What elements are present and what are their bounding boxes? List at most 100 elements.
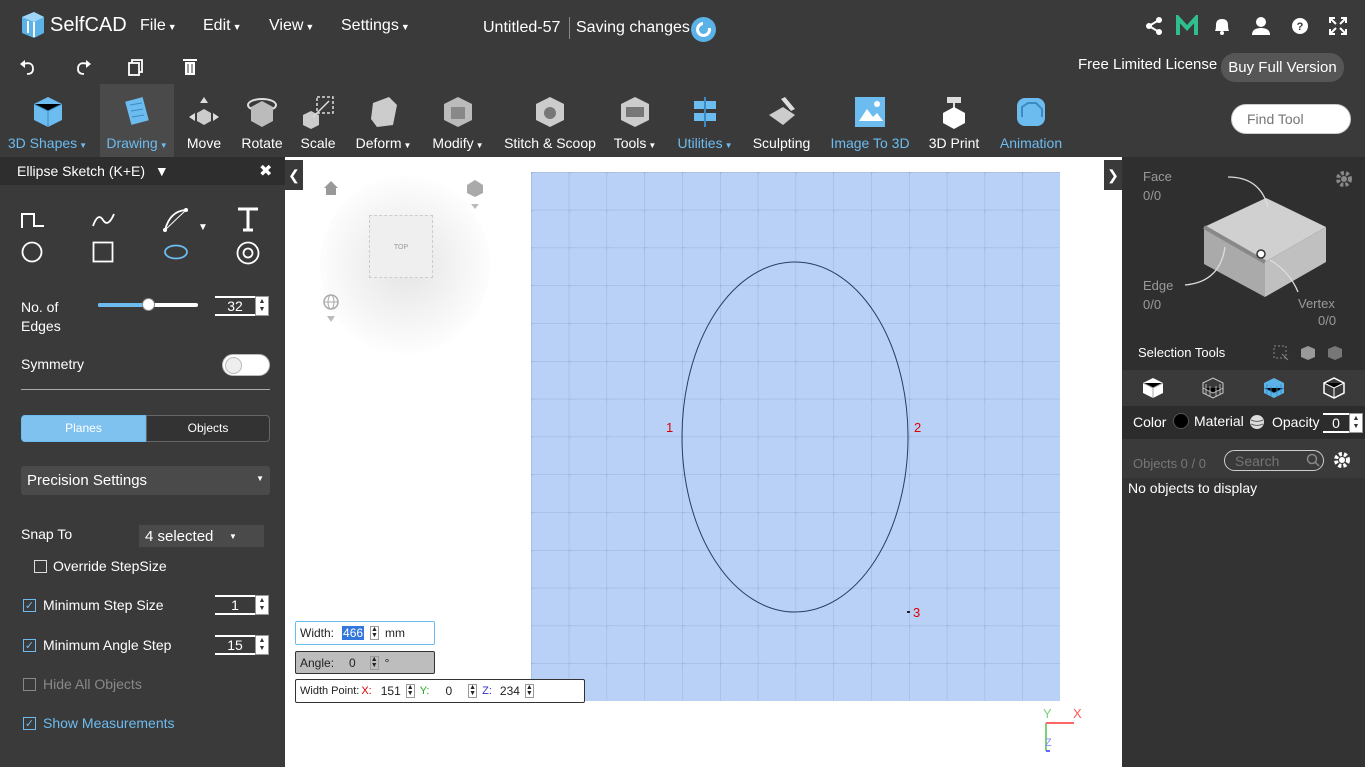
delete-icon[interactable] <box>180 57 200 77</box>
view-cube-icon[interactable] <box>465 178 485 210</box>
menu-file[interactable]: File ▼ <box>140 17 177 35</box>
wireframe-cube-icon[interactable] <box>1201 376 1225 400</box>
transparent-cube-icon[interactable] <box>1322 376 1346 400</box>
mesh-cube-icon[interactable] <box>1262 376 1286 400</box>
find-tool-input[interactable] <box>1231 104 1351 134</box>
box-select-icon[interactable] <box>1273 345 1289 361</box>
select-group-icon[interactable] <box>1326 345 1344 361</box>
tool-label: Animation <box>999 135 1063 151</box>
tool-stitch-scoop[interactable]: Stitch & Scoop <box>500 84 600 157</box>
collapse-right-icon[interactable]: ❯ <box>1104 160 1122 190</box>
tool-scale[interactable]: Scale <box>295 84 341 157</box>
edge-label[interactable]: Edge <box>1143 278 1173 293</box>
min-angle-stepper[interactable]: 15 ▲ ▼ <box>215 635 269 655</box>
tab-planes[interactable]: Planes <box>21 415 146 442</box>
globe-icon[interactable] <box>322 293 340 325</box>
select-object-icon[interactable] <box>1299 345 1317 361</box>
show-measurements-checkbox[interactable]: ✓ <box>23 717 36 730</box>
ellipse-icon[interactable] <box>163 244 189 260</box>
hide-all-checkbox[interactable] <box>23 678 36 691</box>
menu-settings[interactable]: Settings ▼ <box>341 17 410 35</box>
tool-image-to-3d[interactable]: Image To 3D <box>827 84 913 157</box>
object-list <box>1122 478 1365 767</box>
tool-rotate[interactable]: Rotate <box>236 84 288 157</box>
fullscreen-icon[interactable] <box>1327 15 1349 37</box>
override-stepsize-checkbox[interactable] <box>34 560 47 573</box>
panel-title[interactable]: Ellipse Sketch (K+E) ▼ <box>17 163 169 179</box>
precision-settings-dropdown[interactable]: Precision Settings ▼ <box>21 466 270 495</box>
target-circle-icon[interactable] <box>236 241 260 265</box>
document-name[interactable]: Untitled-57 <box>483 19 560 37</box>
vertex-count: 0/0 <box>1318 313 1337 328</box>
search-icon[interactable] <box>1306 453 1320 467</box>
tool-modify[interactable]: Modify ▼ <box>428 84 488 157</box>
opacity-stepper[interactable]: 0 ▲ ▼ <box>1323 413 1363 433</box>
copy-icon[interactable] <box>126 57 146 77</box>
snap-to-select[interactable]: 4 selected ▼ <box>139 525 264 547</box>
arc-icon[interactable] <box>162 207 190 233</box>
edges-slider[interactable] <box>98 298 198 311</box>
bell-icon[interactable] <box>1211 15 1233 37</box>
solid-cube-icon[interactable] <box>1141 376 1165 400</box>
tool-tools[interactable]: Tools ▼ <box>608 84 662 157</box>
undo-icon[interactable] <box>18 57 38 77</box>
logo-text: SelfCAD <box>50 13 127 36</box>
tool-label: 3D Print <box>928 135 980 151</box>
redo-icon[interactable] <box>73 57 93 77</box>
wp-x-spinner[interactable]: ▲ ▼ <box>405 684 415 698</box>
angle-spinner[interactable]: ▲ ▼ <box>369 655 379 670</box>
width-spinner[interactable]: ▲ ▼ <box>370 626 379 640</box>
buy-full-version-button[interactable]: Buy Full Version <box>1221 53 1344 82</box>
material-ball-icon[interactable] <box>1249 414 1265 430</box>
wp-y-value[interactable]: 0 <box>445 684 452 698</box>
min-angle-checkbox[interactable]: ✓ <box>23 639 36 652</box>
symmetry-toggle[interactable] <box>222 354 270 376</box>
min-step-stepper[interactable]: 1 ▲ ▼ <box>215 595 269 615</box>
divider <box>21 389 270 390</box>
circle-icon[interactable] <box>21 241 43 263</box>
angle-value[interactable]: 0 <box>349 656 356 670</box>
opacity-label: Opacity <box>1272 414 1320 430</box>
menu-view[interactable]: View ▼ <box>269 17 314 35</box>
help-icon[interactable]: ? <box>1289 15 1311 37</box>
nav-cube-top[interactable]: TOP <box>369 215 433 278</box>
tool-3d-print[interactable]: 3D Print <box>926 84 982 157</box>
collapse-left-icon[interactable]: ❮ <box>285 160 303 190</box>
settings-gear-icon[interactable] <box>1333 451 1351 469</box>
wp-x-value[interactable]: 151 <box>381 684 401 698</box>
selfcad-logo[interactable]: SelfCAD <box>20 11 127 39</box>
text-icon[interactable] <box>236 206 260 232</box>
width-input-box: Width: 466 ▲ ▼ mm <box>295 621 435 645</box>
material-label[interactable]: Material <box>1194 413 1244 429</box>
edge-count: 0/0 <box>1143 297 1162 312</box>
tool-animation[interactable]: Animation <box>995 84 1067 157</box>
chevron-down-icon[interactable]: ▼ <box>198 222 208 233</box>
tool-utilities[interactable]: Utilities ▼ <box>673 84 737 157</box>
curve-icon[interactable] <box>91 210 117 230</box>
tool-deform[interactable]: Deform ▼ <box>350 84 417 157</box>
gear-icon[interactable] <box>1335 170 1353 188</box>
close-icon[interactable]: ✖ <box>259 161 272 181</box>
face-label[interactable]: Face <box>1143 169 1172 184</box>
share-icon[interactable] <box>1143 15 1165 37</box>
wp-y-spinner[interactable]: ▲ ▼ <box>468 684 478 698</box>
color-swatch[interactable] <box>1173 413 1189 429</box>
tool-move[interactable]: Move <box>180 84 228 157</box>
user-icon[interactable] <box>1250 15 1272 37</box>
tool-drawing[interactable]: Drawing ▼ <box>100 84 174 157</box>
menu-edit[interactable]: Edit ▼ <box>203 17 242 35</box>
m-icon[interactable] <box>1176 15 1198 37</box>
sketch-plane[interactable] <box>531 172 1060 701</box>
tab-objects[interactable]: Objects <box>146 415 270 442</box>
home-icon[interactable] <box>322 179 340 197</box>
width-value[interactable]: 466 <box>342 626 365 640</box>
polyline-icon[interactable] <box>20 210 46 230</box>
edges-stepper[interactable]: 32 ▲ ▼ <box>215 296 269 316</box>
min-step-checkbox[interactable]: ✓ <box>23 599 36 612</box>
rectangle-icon[interactable] <box>92 241 114 263</box>
tool-3d-shapes[interactable]: 3D Shapes ▼ <box>5 84 90 157</box>
wp-z-value[interactable]: 234 <box>500 684 520 698</box>
saving-status: Saving changes <box>576 19 690 36</box>
tool-sculpting[interactable]: Sculpting <box>748 84 815 157</box>
wp-z-spinner[interactable]: ▲ ▼ <box>524 684 534 698</box>
